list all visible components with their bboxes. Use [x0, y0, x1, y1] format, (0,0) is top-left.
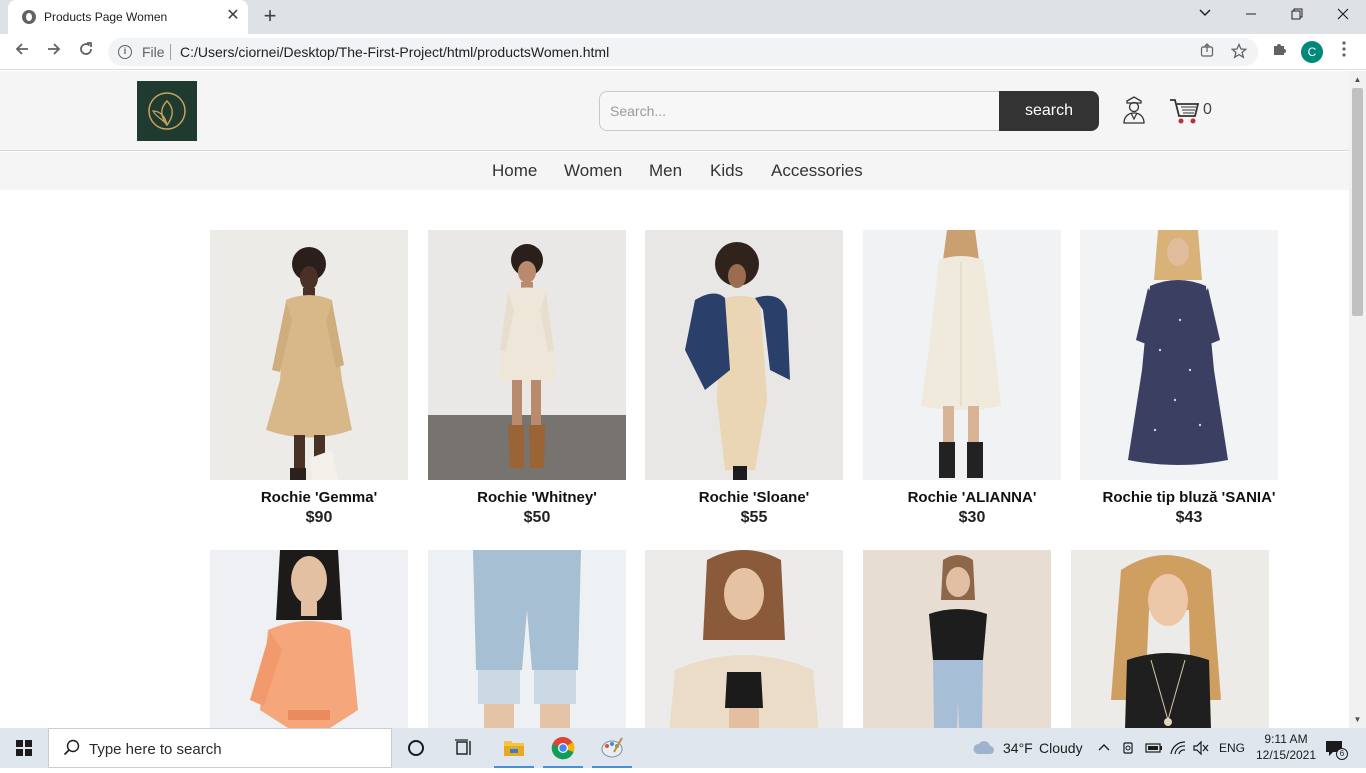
forward-icon[interactable] [42, 40, 66, 64]
product-image[interactable] [863, 550, 1051, 728]
windows-start-icon[interactable] [0, 728, 48, 768]
battery-icon[interactable] [1145, 740, 1163, 761]
minimize-icon[interactable] [1238, 4, 1264, 28]
product-price: $55 [740, 509, 768, 526]
product-image[interactable] [428, 230, 626, 480]
product-name[interactable]: Rochie 'Sloane' [645, 489, 863, 506]
close-tab-icon[interactable]: ✕ [224, 7, 242, 25]
site-info-icon[interactable]: i [118, 45, 132, 59]
omnibox-divider [170, 44, 171, 60]
product-name[interactable]: Rochie tip bluză 'SANIA' [1080, 489, 1298, 506]
page-scrollbar[interactable]: ▲ ▼ [1349, 71, 1366, 728]
search-button[interactable]: search [999, 91, 1099, 131]
product-name[interactable]: Rochie 'Gemma' [210, 489, 428, 506]
browser-tabstrip: Products Page Women ✕ + [0, 0, 1366, 34]
nav-kids[interactable]: Kids [710, 161, 743, 181]
url-text[interactable]: C:/Users/ciornei/Desktop/The-First-Proje… [180, 44, 609, 60]
notifications-badge: 6 [1336, 748, 1348, 760]
weather-condition[interactable]: Cloudy [1039, 740, 1083, 756]
product-price: $90 [305, 509, 333, 526]
taskbar-clock[interactable]: 9:11 AM 12/15/2021 [1253, 731, 1319, 763]
browser-tab[interactable]: Products Page Women ✕ [8, 0, 248, 34]
nav-home[interactable]: Home [492, 161, 537, 181]
speaker-muted-icon[interactable] [1192, 740, 1210, 761]
paint-app-icon[interactable] [590, 728, 634, 768]
product-image[interactable] [1071, 550, 1269, 728]
tab-title: Products Page Women [44, 10, 168, 24]
tray-chevron-up-icon[interactable] [1097, 740, 1111, 759]
site-header: search 0 [0, 71, 1349, 151]
product-name[interactable]: Rochie 'ALIANNA' [863, 489, 1081, 506]
clock-time: 9:11 AM [1264, 732, 1308, 746]
page-viewport: search 0 Home Women Men Kids Ac [0, 71, 1349, 728]
user-account-icon[interactable] [1121, 95, 1147, 125]
product-name[interactable]: Rochie 'Whitney' [428, 489, 646, 506]
extensions-puzzle-icon[interactable] [1268, 41, 1290, 63]
product-image[interactable] [645, 230, 843, 480]
search-input[interactable] [599, 91, 999, 131]
task-view-icon[interactable] [442, 728, 486, 768]
product-image[interactable] [1080, 230, 1278, 480]
cart-count: 0 [1203, 101, 1212, 118]
restore-icon[interactable] [1284, 4, 1310, 28]
input-language[interactable]: ENG [1219, 741, 1245, 755]
chrome-icon[interactable] [541, 728, 585, 768]
notifications-icon[interactable]: 6 [1325, 739, 1348, 760]
weather-cloud-icon[interactable] [972, 738, 996, 763]
globe-icon [22, 10, 36, 24]
product-image[interactable] [428, 550, 626, 728]
product-image[interactable] [863, 230, 1061, 480]
new-tab-button[interactable]: + [258, 5, 282, 29]
file-explorer-icon[interactable] [492, 728, 536, 768]
scroll-down-arrow-icon[interactable]: ▼ [1349, 711, 1366, 728]
cortana-icon[interactable] [394, 728, 438, 768]
close-window-icon[interactable] [1330, 4, 1356, 28]
tab-search-chevron-icon[interactable] [1192, 4, 1218, 28]
category-nav: Home Women Men Kids Accessories [0, 152, 1349, 190]
omnibox-scheme: File [142, 44, 165, 60]
nav-men[interactable]: Men [649, 161, 682, 181]
address-bar-row: i File C:/Users/ciornei/Desktop/The-Firs… [0, 34, 1366, 70]
product-price: $43 [1175, 509, 1203, 526]
scroll-up-arrow-icon[interactable]: ▲ [1349, 71, 1366, 88]
wifi-icon[interactable] [1169, 740, 1187, 761]
product-image[interactable] [645, 550, 843, 728]
back-icon[interactable] [10, 40, 34, 64]
share-icon[interactable] [1198, 43, 1216, 61]
nav-accessories[interactable]: Accessories [771, 161, 863, 181]
search-icon [63, 739, 81, 757]
profile-avatar[interactable]: C [1301, 41, 1323, 63]
weather-temperature[interactable]: 34°F [1003, 740, 1033, 756]
nav-women[interactable]: Women [564, 161, 622, 181]
omnibox[interactable]: i File C:/Users/ciornei/Desktop/The-Firs… [108, 38, 1258, 66]
meet-now-icon[interactable] [1121, 740, 1137, 761]
product-image[interactable] [210, 230, 408, 480]
product-image[interactable] [210, 550, 408, 728]
taskbar-search-placeholder: Type here to search [89, 741, 222, 758]
brand-logo[interactable] [137, 81, 197, 141]
product-price: $30 [958, 509, 986, 526]
bookmark-star-icon[interactable] [1230, 42, 1248, 61]
clock-date: 12/15/2021 [1255, 748, 1317, 762]
taskbar-search-box[interactable]: Type here to search [48, 728, 392, 768]
shopping-cart-icon[interactable] [1169, 97, 1201, 125]
product-price: $50 [523, 509, 551, 526]
windows-taskbar: Type here to search 34°F Cloudy ENG 9:11… [0, 728, 1366, 768]
scroll-thumb[interactable] [1352, 88, 1363, 316]
reload-icon[interactable] [74, 40, 98, 64]
kebab-menu-icon[interactable] [1333, 41, 1355, 63]
